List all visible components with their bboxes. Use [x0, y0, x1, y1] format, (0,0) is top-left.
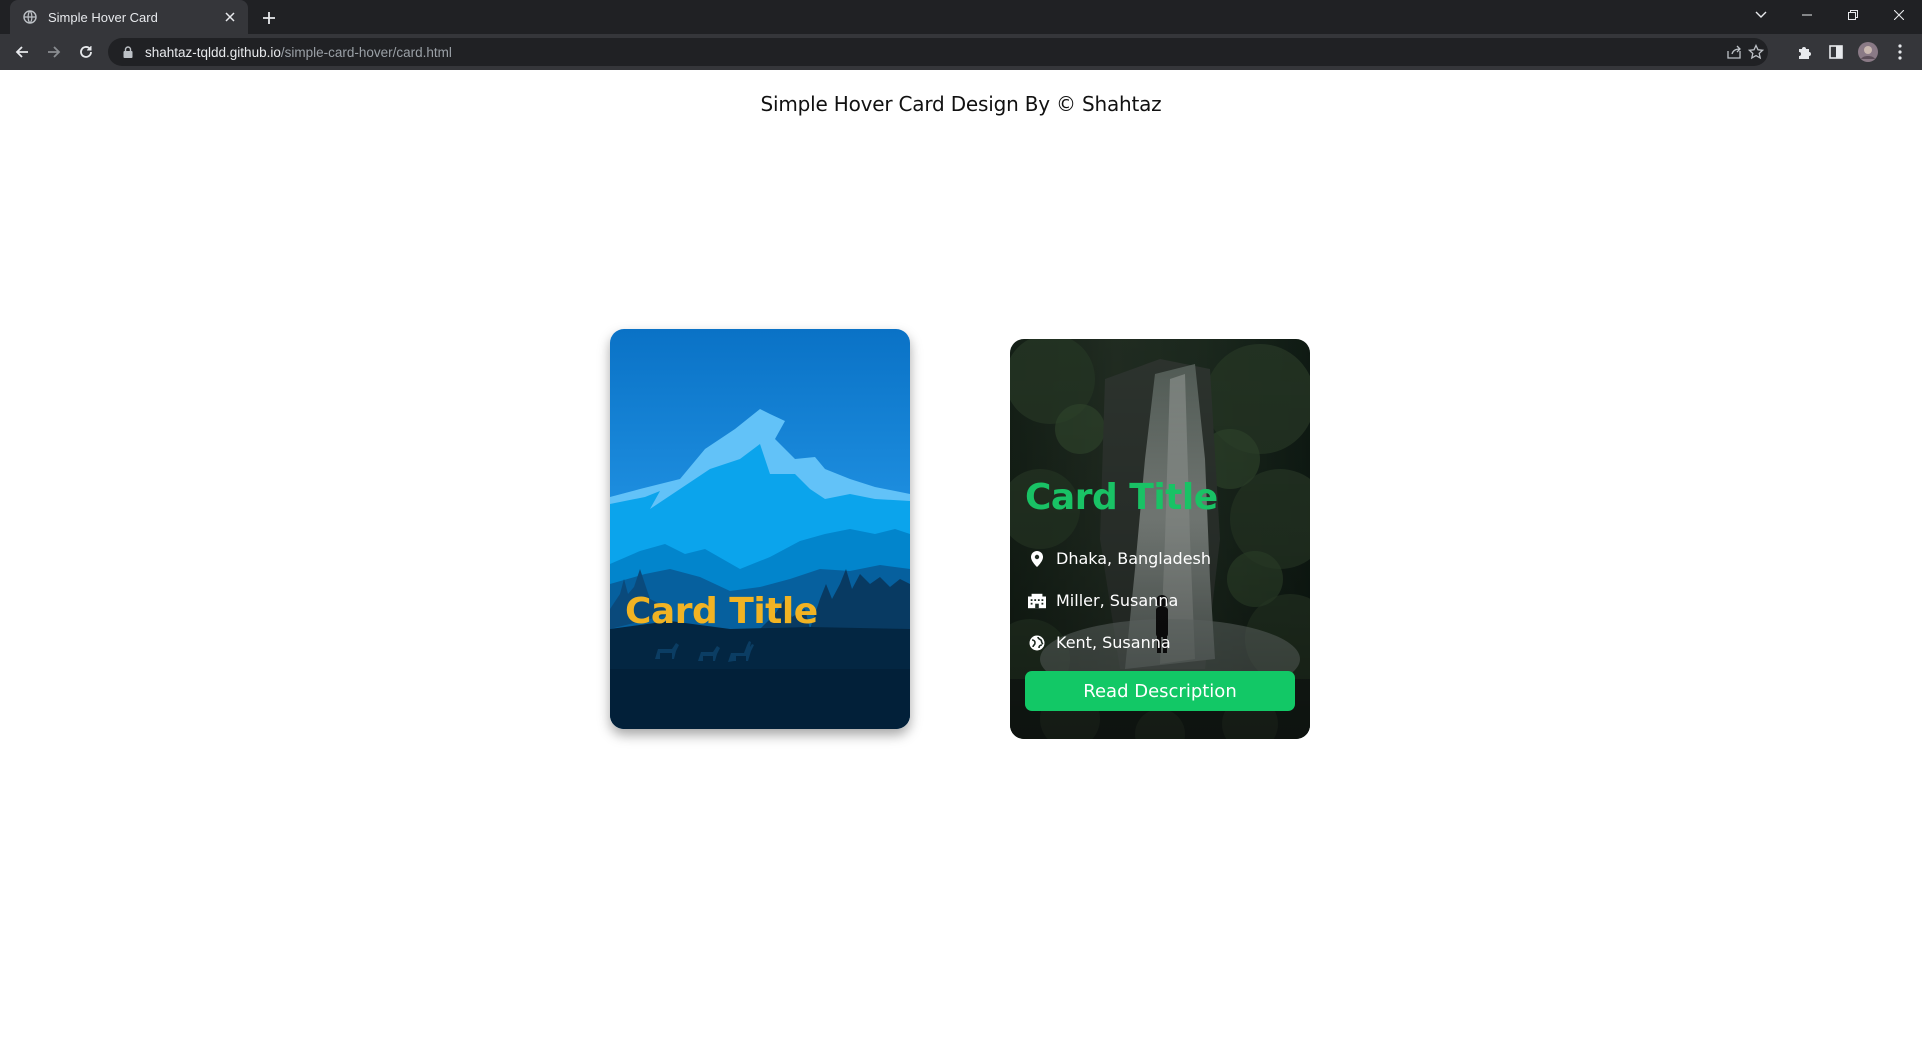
tab-title: Simple Hover Card: [48, 9, 158, 25]
browser-tab[interactable]: Simple Hover Card: [10, 0, 248, 34]
back-arrow-icon[interactable]: [8, 38, 36, 66]
building-icon: [1028, 592, 1046, 610]
url-path: /simple-card-hover/card.html: [280, 44, 452, 60]
detail-region: Kent, Susanna: [1028, 633, 1171, 652]
lock-icon[interactable]: [121, 45, 135, 59]
globe-icon: [22, 9, 38, 25]
share-icon[interactable]: [1726, 44, 1742, 60]
browser-chrome: Simple Hover Card shahtaz-tqldd.github.i…: [0, 0, 1922, 70]
forward-arrow-icon[interactable]: [40, 38, 68, 66]
detail-text: Kent, Susanna: [1056, 633, 1171, 652]
address-bar[interactable]: shahtaz-tqldd.github.io/simple-card-hove…: [108, 38, 1768, 66]
side-panel-icon[interactable]: [1822, 38, 1850, 66]
card-title: Card Title: [1025, 477, 1218, 518]
reload-icon[interactable]: [72, 38, 100, 66]
tab-search-icon[interactable]: [1738, 0, 1784, 30]
browser-toolbar: shahtaz-tqldd.github.io/simple-card-hove…: [0, 34, 1922, 70]
minimize-icon[interactable]: [1784, 0, 1830, 30]
menu-kebab-icon[interactable]: [1886, 38, 1914, 66]
new-tab-icon[interactable]: [256, 5, 282, 31]
card-title: Card Title: [625, 591, 818, 632]
globe-icon: [1028, 634, 1046, 652]
detail-text: Miller, Susanna: [1056, 591, 1179, 610]
location-pin-icon: [1028, 550, 1046, 568]
detail-location: Dhaka, Bangladesh: [1028, 549, 1211, 568]
card-waterfall[interactable]: Card Title Dhaka, Bangladesh Miller, Sus…: [1010, 339, 1310, 739]
url-host: shahtaz-tqldd.github.io: [145, 44, 281, 60]
profile-avatar-icon[interactable]: [1854, 38, 1882, 66]
page-content: Simple Hover Card Design By © Shahtaz Ca…: [0, 70, 1922, 1040]
mountain-illustration: [610, 329, 910, 729]
page-heading: Simple Hover Card Design By © Shahtaz: [760, 92, 1162, 116]
restore-icon[interactable]: [1830, 0, 1876, 30]
detail-text: Dhaka, Bangladesh: [1056, 549, 1212, 568]
url-text: shahtaz-tqldd.github.io/simple-card-hove…: [145, 45, 452, 60]
detail-company: Miller, Susanna: [1028, 591, 1178, 610]
card-mountain[interactable]: Card Title: [610, 329, 910, 729]
extensions-puzzle-icon[interactable]: [1790, 38, 1818, 66]
read-description-button[interactable]: Read Description: [1025, 671, 1295, 711]
tab-strip: Simple Hover Card: [0, 0, 1922, 34]
bookmark-star-icon[interactable]: [1748, 44, 1764, 60]
close-window-icon[interactable]: [1876, 0, 1922, 30]
close-tab-icon[interactable]: [218, 5, 242, 29]
